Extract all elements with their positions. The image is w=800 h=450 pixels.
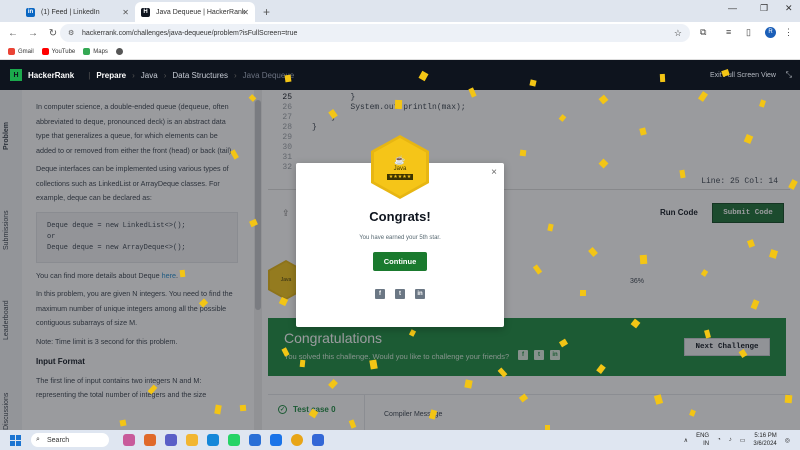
search-icon: ⌕ <box>36 436 40 443</box>
edge-icon[interactable] <box>207 434 219 446</box>
youtube-icon <box>41 48 49 55</box>
volume-icon[interactable]: ♪ <box>729 437 732 443</box>
wifi-icon[interactable]: ◔ <box>717 437 721 443</box>
bookmarks-bar: Gmail YouTube Maps <box>0 44 800 60</box>
language-indicator[interactable]: ENG IN <box>696 432 709 448</box>
collapse-icon[interactable]: ⤡ <box>786 70 792 80</box>
twitter-icon[interactable]: t <box>395 289 405 299</box>
confetti-piece <box>179 269 186 278</box>
tab-hackerrank[interactable]: H Java Dequeue | HackerRank ✕ <box>135 2 255 22</box>
congrats-modal: × ☕ Java ★★★★★ Congrats! You have earned… <box>296 135 504 327</box>
gmail-icon <box>8 48 15 55</box>
side-panel-icon[interactable]: ▯ <box>746 27 751 38</box>
back-icon[interactable]: ← <box>6 28 20 39</box>
system-tray: ∧ ENG IN ◔ ♪ ▭ 5:16 PM 3/6/2024 ◎ <box>684 430 790 450</box>
tab-title: (1) Feed | LinkedIn <box>41 8 100 16</box>
battery-icon[interactable]: ▭ <box>740 437 746 444</box>
file-explorer-icon[interactable] <box>186 434 198 446</box>
site-info-icon[interactable]: ⚙ <box>68 29 74 37</box>
bookmark-star-icon[interactable]: ☆ <box>674 28 682 39</box>
linkedin-icon: in <box>26 7 35 17</box>
hackerrank-icon: H <box>141 7 150 17</box>
close-tab-icon[interactable]: ✕ <box>122 8 129 17</box>
hackerrank-header: H HackerRank | Prepare › Java › Data Str… <box>0 60 800 90</box>
breadcrumb-prepare[interactable]: Prepare <box>96 71 126 80</box>
exit-fullscreen-link[interactable]: Exit Full Screen View <box>710 72 776 79</box>
close-window-icon[interactable]: ✕ <box>785 3 793 14</box>
address-bar-row: ← → ↻ ⚙ hackerrank.com/challenges/java-d… <box>0 22 800 44</box>
hackerrank-logo[interactable]: H <box>10 69 22 81</box>
taskbar-search[interactable]: ⌕ Search <box>31 433 109 447</box>
bookmark-youtube[interactable]: YouTube <box>41 48 75 55</box>
clock[interactable]: 5:16 PM 3/6/2024 <box>753 432 776 448</box>
teams-icon[interactable] <box>165 434 177 446</box>
modal-message: You have earned your 5th star. <box>359 235 441 241</box>
bookmark-gmail[interactable]: Gmail <box>8 48 34 55</box>
whatsapp-icon[interactable] <box>228 434 240 446</box>
confetti-piece <box>119 419 127 427</box>
confetti-piece <box>239 404 247 412</box>
tab-linkedin[interactable]: in (1) Feed | LinkedIn ✕ <box>20 2 135 22</box>
confetti-piece <box>299 359 306 368</box>
chevron-up-icon[interactable]: ∧ <box>684 437 688 444</box>
close-tab-icon[interactable]: ✕ <box>242 8 249 17</box>
confetti-piece <box>679 169 686 179</box>
badge-label: Java <box>393 165 407 172</box>
task-view-icon[interactable] <box>144 434 156 446</box>
maximize-icon[interactable]: ❐ <box>760 3 768 14</box>
url-text: hackerrank.com/challenges/java-dequeue/p… <box>82 29 298 37</box>
close-icon[interactable]: × <box>491 167 497 178</box>
minimize-icon[interactable]: — <box>728 3 737 13</box>
vscode-icon[interactable] <box>312 434 324 446</box>
browser-tab-bar: in (1) Feed | LinkedIn ✕ H Java Dequeue … <box>0 0 800 22</box>
confetti-piece <box>519 149 527 157</box>
breadcrumb-java[interactable]: Java <box>141 71 158 80</box>
confetti-piece <box>394 99 403 110</box>
pinned-apps <box>123 434 324 446</box>
linkedin-icon[interactable]: in <box>415 289 425 299</box>
widgets-icon[interactable] <box>123 434 135 446</box>
profile-avatar[interactable]: R <box>765 27 776 38</box>
confetti-piece <box>369 359 378 370</box>
confetti-piece <box>659 73 666 83</box>
store-icon[interactable] <box>249 434 261 446</box>
modal-share-icons: f t in <box>375 289 425 299</box>
tab-title: Java Dequeue | HackerRank <box>156 8 246 16</box>
menu-kebab-icon[interactable]: ⋮ <box>784 27 793 38</box>
mail-icon[interactable] <box>270 434 282 446</box>
windows-taskbar: ⌕ Search ∧ ENG IN ◔ ♪ ▭ 5:16 PM 3/6/2024 ◎ <box>0 430 800 450</box>
windows-start-icon[interactable] <box>10 434 21 446</box>
chrome-icon[interactable] <box>291 434 303 446</box>
extensions-icon[interactable]: ⧉ <box>700 27 706 38</box>
bookmark-maps[interactable]: Maps <box>83 48 108 55</box>
confetti-piece <box>784 394 793 404</box>
java-cup-icon: ☕ <box>394 154 406 165</box>
confetti-piece <box>639 254 648 265</box>
new-tab-button[interactable]: + <box>263 2 270 22</box>
modal-title: Congrats! <box>369 209 431 224</box>
reload-icon[interactable]: ↻ <box>46 28 60 39</box>
notification-icon[interactable]: ◎ <box>785 437 790 444</box>
confetti-piece <box>284 74 292 83</box>
confetti-piece <box>579 289 587 297</box>
media-icon[interactable]: ≡ <box>726 27 731 37</box>
badge-stars: ★★★★★ <box>386 173 414 180</box>
continue-button[interactable]: Continue <box>373 252 427 271</box>
url-field[interactable]: ⚙ hackerrank.com/challenges/java-dequeue… <box>60 24 690 42</box>
breadcrumb-data-structures[interactable]: Data Structures <box>172 71 228 80</box>
confetti-piece <box>464 379 473 389</box>
brand-name[interactable]: HackerRank <box>28 71 74 80</box>
globe-icon[interactable] <box>115 48 126 55</box>
forward-icon[interactable]: → <box>26 28 40 39</box>
maps-icon <box>83 48 91 55</box>
facebook-icon[interactable]: f <box>375 289 385 299</box>
